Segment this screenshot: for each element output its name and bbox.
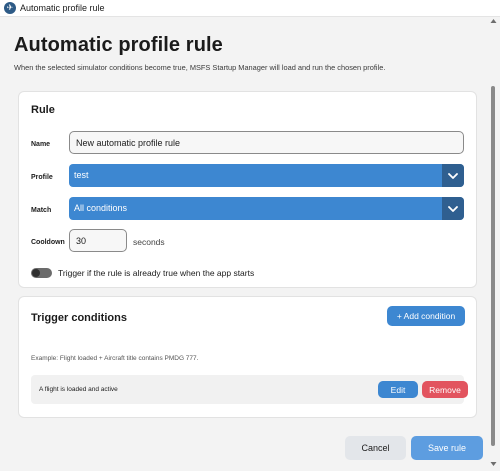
match-select[interactable]: All conditions [69,197,464,220]
chevron-down-icon[interactable] [442,197,464,220]
rule-card: Rule Name Profile test Match All conditi… [18,91,477,288]
rule-section-title: Rule [31,104,55,116]
page-subtitle: When the selected simulator conditions b… [14,63,386,72]
scrollbar-thumb[interactable] [491,86,495,446]
trigger-section-title: Trigger conditions [31,312,127,324]
profile-select[interactable]: test [69,164,464,187]
match-select-value: All conditions [74,203,128,213]
edit-condition-button[interactable]: Edit [378,381,418,398]
scroll-down-arrow-icon[interactable] [490,461,497,467]
trigger-if-true-toggle[interactable] [31,268,52,278]
add-condition-button[interactable]: + Add condition [387,306,465,326]
match-label: Match [31,207,52,214]
trigger-conditions-card: Trigger conditions + Add condition Examp… [18,296,477,418]
cancel-button[interactable]: Cancel [345,436,406,460]
scroll-up-arrow-icon[interactable] [490,18,497,24]
cooldown-label: Cooldown [31,239,65,246]
name-label: Name [31,141,51,148]
name-input[interactable] [69,131,464,154]
cooldown-input[interactable] [69,229,127,252]
vertical-scrollbar[interactable] [487,18,500,471]
app-logo-icon: ✈ [4,2,16,14]
chevron-down-icon[interactable] [442,164,464,187]
trigger-if-true-label: Trigger if the rule is already true when… [58,268,255,278]
trigger-example: Example: Flight loaded + Aircraft title … [31,355,199,362]
title-bar: ✈ Automatic profile rule [0,0,500,17]
condition-text: A flight is loaded and active [39,386,118,393]
page-title: Automatic profile rule [14,34,223,56]
toggle-knob [32,269,40,277]
window-title: Automatic profile rule [20,3,105,13]
profile-select-value: test [74,170,89,180]
remove-condition-button[interactable]: Remove [422,381,468,398]
cooldown-unit: seconds [133,237,165,247]
profile-label: Profile [31,174,53,181]
condition-row: A flight is loaded and active Edit Remov… [31,375,468,404]
main-content: Automatic profile rule When the selected… [0,18,487,471]
save-rule-button[interactable]: Save rule [411,436,483,460]
